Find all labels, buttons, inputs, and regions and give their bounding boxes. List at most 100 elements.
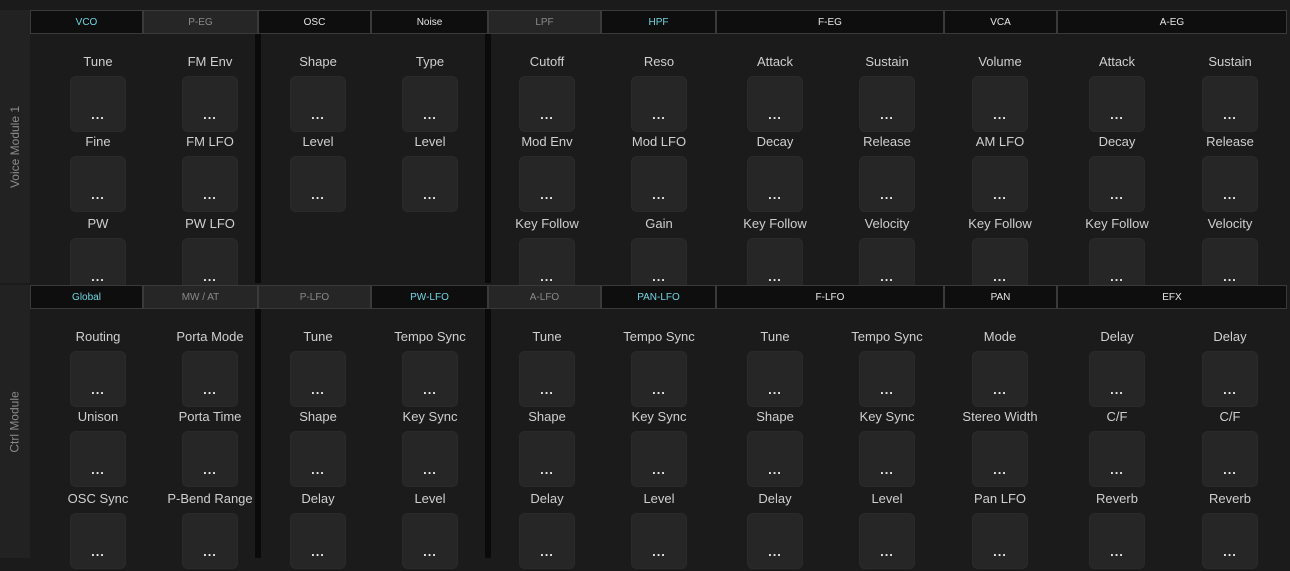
value-button[interactable]: ...: [70, 513, 126, 569]
control-label: Delay: [1100, 329, 1134, 344]
tab-a-eg[interactable]: A-EG: [1057, 10, 1287, 34]
module-title: Ctrl Module: [8, 390, 23, 453]
tab-hpf[interactable]: HPF: [601, 10, 716, 34]
tab-pan-lfo[interactable]: PAN-LFO: [601, 285, 716, 309]
ellipsis-icon: ...: [993, 382, 1007, 397]
control-delay: Delay...: [1175, 329, 1285, 409]
value-button[interactable]: ...: [70, 156, 126, 212]
value-button[interactable]: ...: [1202, 156, 1258, 212]
value-button[interactable]: ...: [859, 431, 915, 487]
control-label: Pan LFO: [973, 491, 1027, 506]
control-label: Delay: [301, 491, 335, 506]
value-button[interactable]: ...: [1089, 431, 1145, 487]
value-button[interactable]: ...: [1089, 513, 1145, 569]
tab-p-eg[interactable]: P-EG: [143, 10, 258, 34]
tab-f-lfo[interactable]: F-LFO: [716, 285, 944, 309]
value-button[interactable]: ...: [747, 351, 803, 407]
value-button[interactable]: ...: [182, 513, 238, 569]
value-button[interactable]: ...: [1202, 351, 1258, 407]
value-button[interactable]: ...: [859, 351, 915, 407]
tab-pan[interactable]: PAN: [944, 285, 1057, 309]
control-volume: Volume...: [945, 54, 1055, 134]
tab-vco[interactable]: VCO: [30, 10, 143, 34]
tab-osc[interactable]: OSC: [258, 10, 371, 34]
value-button[interactable]: ...: [631, 431, 687, 487]
value-button[interactable]: ...: [859, 156, 915, 212]
value-button[interactable]: ...: [402, 431, 458, 487]
tab-vca[interactable]: VCA: [944, 10, 1057, 34]
tab-mw-at[interactable]: MW / AT: [143, 285, 258, 309]
value-button[interactable]: ...: [1089, 76, 1145, 132]
ellipsis-icon: ...: [423, 382, 437, 397]
value-button[interactable]: ...: [70, 351, 126, 407]
value-button[interactable]: ...: [1089, 351, 1145, 407]
value-button[interactable]: ...: [631, 156, 687, 212]
value-button[interactable]: ...: [402, 156, 458, 212]
value-button[interactable]: ...: [972, 76, 1028, 132]
value-button[interactable]: ...: [290, 351, 346, 407]
control-release: Release...: [1175, 134, 1285, 214]
tab-efx[interactable]: EFX: [1057, 285, 1287, 309]
control-pw: PW...: [43, 216, 153, 296]
value-button[interactable]: ...: [182, 76, 238, 132]
value-button[interactable]: ...: [182, 431, 238, 487]
ellipsis-icon: ...: [540, 382, 554, 397]
tab-noise[interactable]: Noise: [371, 10, 488, 34]
control-tune: Tune...: [720, 329, 830, 409]
ellipsis-icon: ...: [993, 107, 1007, 122]
control-tempo-sync: Tempo Sync...: [375, 329, 485, 409]
control-cutoff: Cutoff...: [492, 54, 602, 134]
value-button[interactable]: ...: [1089, 156, 1145, 212]
ellipsis-icon: ...: [993, 462, 1007, 477]
value-button[interactable]: ...: [290, 76, 346, 132]
value-button[interactable]: ...: [290, 156, 346, 212]
value-button[interactable]: ...: [972, 431, 1028, 487]
value-button[interactable]: ...: [519, 156, 575, 212]
ellipsis-icon: ...: [880, 107, 894, 122]
tab-a-lfo[interactable]: A-LFO: [488, 285, 601, 309]
ellipsis-icon: ...: [652, 382, 666, 397]
ellipsis-icon: ...: [203, 187, 217, 202]
control-decay: Decay...: [1062, 134, 1172, 214]
control-label: Delay: [530, 491, 564, 506]
control-stereo-width: Stereo Width...: [945, 409, 1055, 489]
value-button[interactable]: ...: [402, 351, 458, 407]
value-button[interactable]: ...: [182, 156, 238, 212]
value-button[interactable]: ...: [519, 76, 575, 132]
value-button[interactable]: ...: [972, 513, 1028, 569]
value-button[interactable]: ...: [631, 351, 687, 407]
value-button[interactable]: ...: [747, 156, 803, 212]
value-button[interactable]: ...: [402, 513, 458, 569]
control-delay: Delay...: [492, 491, 602, 571]
control-c-f: C/F...: [1062, 409, 1172, 489]
value-button[interactable]: ...: [747, 76, 803, 132]
value-button[interactable]: ...: [519, 431, 575, 487]
value-button[interactable]: ...: [1202, 431, 1258, 487]
tab-global[interactable]: Global: [30, 285, 143, 309]
value-button[interactable]: ...: [290, 431, 346, 487]
ellipsis-icon: ...: [311, 382, 325, 397]
value-button[interactable]: ...: [972, 156, 1028, 212]
control-tune: Tune...: [492, 329, 602, 409]
value-button[interactable]: ...: [70, 76, 126, 132]
value-button[interactable]: ...: [631, 513, 687, 569]
value-button[interactable]: ...: [519, 351, 575, 407]
value-button[interactable]: ...: [747, 431, 803, 487]
value-button[interactable]: ...: [972, 351, 1028, 407]
value-button[interactable]: ...: [859, 513, 915, 569]
value-button[interactable]: ...: [1202, 513, 1258, 569]
value-button[interactable]: ...: [290, 513, 346, 569]
value-button[interactable]: ...: [631, 76, 687, 132]
value-button[interactable]: ...: [182, 351, 238, 407]
tab-lpf[interactable]: LPF: [488, 10, 601, 34]
value-button[interactable]: ...: [70, 431, 126, 487]
value-button[interactable]: ...: [519, 513, 575, 569]
tab-pw-lfo[interactable]: PW-LFO: [371, 285, 488, 309]
value-button[interactable]: ...: [1202, 76, 1258, 132]
value-button[interactable]: ...: [402, 76, 458, 132]
value-button[interactable]: ...: [859, 76, 915, 132]
tab-f-eg[interactable]: F-EG: [716, 10, 944, 34]
ellipsis-icon: ...: [652, 269, 666, 284]
value-button[interactable]: ...: [747, 513, 803, 569]
tab-p-lfo[interactable]: P-LFO: [258, 285, 371, 309]
